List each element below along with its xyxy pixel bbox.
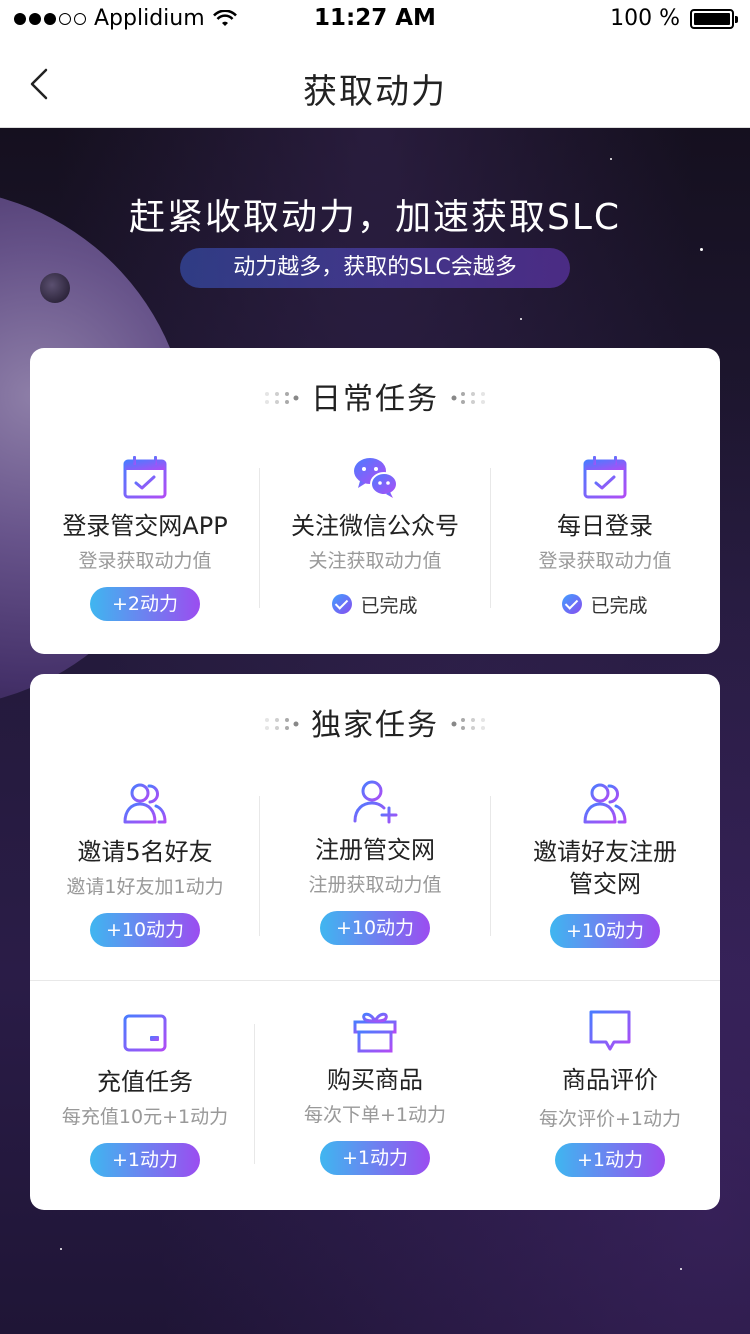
- reward-button[interactable]: +1动力: [555, 1143, 665, 1177]
- star: [680, 1268, 682, 1270]
- calendar-check-icon: [583, 456, 627, 499]
- task-daily-login: 每日登录 登录获取动力值 已完成: [490, 454, 720, 621]
- exclusive-tasks-header: 独家任务: [30, 700, 720, 744]
- battery-status: 100 %: [610, 6, 738, 31]
- star: [610, 158, 612, 160]
- star: [520, 318, 522, 320]
- task-desc: 注册获取动力值: [308, 874, 442, 896]
- battery-icon: [690, 8, 738, 29]
- task-review-goods: 商品评价 每次评价+1动力 +1动力: [495, 1008, 725, 1177]
- moon-image: [40, 273, 70, 303]
- check-circle-icon: [562, 594, 583, 614]
- task-name: 邀请好友注册 管交网: [490, 836, 720, 900]
- completed-label: 已完成: [590, 594, 648, 617]
- dots-decoration-icon: [265, 391, 299, 404]
- reward-button[interactable]: +2动力: [90, 587, 200, 621]
- task-desc: 每充值10元+1动力: [61, 1106, 229, 1128]
- daily-tasks-card: 日常任务 登录管交网APP 登录获取动力值 +2动力 关注微信公众号 关注获取动…: [30, 348, 720, 654]
- comment-icon: [589, 1010, 631, 1051]
- dots-decoration-icon: [265, 717, 299, 730]
- status-bar: Applidium 11:27 AM 100 %: [0, 0, 750, 40]
- completed-status: 已完成: [562, 587, 648, 621]
- nav-bar: 获取动力: [0, 40, 750, 128]
- wechat-icon: [354, 458, 398, 498]
- star: [60, 1248, 62, 1250]
- task-name: 每日登录: [557, 512, 653, 540]
- hero-subtitle: 动力越多，获取的SLC会越多: [180, 248, 570, 288]
- task-name: 登录管交网APP: [62, 512, 228, 540]
- row-divider: [30, 980, 720, 981]
- reward-button[interactable]: +10动力: [90, 913, 200, 947]
- task-desc: 每次下单+1动力: [303, 1104, 446, 1126]
- task-login-app: 登录管交网APP 登录获取动力值 +2动力: [30, 454, 260, 621]
- reward-button[interactable]: +10动力: [550, 914, 660, 948]
- calendar-check-icon: [123, 456, 167, 499]
- task-name: 购买商品: [327, 1066, 423, 1094]
- task-name: 充值任务: [97, 1068, 193, 1096]
- page-title: 获取动力: [303, 72, 447, 112]
- users-icon: [583, 783, 627, 824]
- task-desc: 登录获取动力值: [538, 550, 672, 572]
- task-desc: 每次评价+1动力: [538, 1108, 681, 1130]
- reward-button[interactable]: +10动力: [320, 911, 430, 945]
- task-recharge: 充值任务 每充值10元+1动力 +1动力: [30, 1010, 260, 1177]
- task-desc: 关注获取动力值: [308, 550, 442, 572]
- exclusive-tasks-title: 独家任务: [311, 708, 439, 743]
- task-name: 邀请5名好友: [77, 838, 213, 866]
- completed-status: 已完成: [332, 587, 418, 621]
- task-register: 注册管交网 注册获取动力值 +10动力: [260, 778, 490, 945]
- star: [700, 248, 703, 251]
- task-name: 关注微信公众号: [291, 512, 459, 540]
- reward-button[interactable]: +1动力: [320, 1141, 430, 1175]
- daily-tasks-title: 日常任务: [311, 382, 439, 417]
- task-desc: 邀请1好友加1动力: [66, 876, 224, 898]
- task-buy-goods: 购买商品 每次下单+1动力 +1动力: [260, 1008, 490, 1175]
- gift-icon: [353, 1012, 397, 1053]
- task-name-line: 管交网: [569, 870, 641, 898]
- task-name: 商品评价: [562, 1066, 658, 1094]
- task-follow-wechat: 关注微信公众号 关注获取动力值 已完成: [260, 454, 490, 621]
- task-invite-register: 邀请好友注册 管交网 +10动力: [490, 780, 720, 948]
- battery-percent: 100 %: [610, 6, 680, 31]
- exclusive-tasks-card: 独家任务 邀请5名好友 邀请1好友加1动力 +10动力 注册管交网 注册获取动力…: [30, 674, 720, 1210]
- users-icon: [123, 783, 167, 824]
- completed-label: 已完成: [360, 594, 418, 617]
- reward-button[interactable]: +1动力: [90, 1143, 200, 1177]
- wallet-icon: [123, 1014, 167, 1052]
- task-name: 注册管交网: [315, 836, 435, 864]
- user-add-icon: [353, 780, 398, 824]
- daily-tasks-header: 日常任务: [30, 374, 720, 418]
- task-name-line: 邀请好友注册: [533, 838, 677, 866]
- check-circle-icon: [332, 594, 353, 614]
- task-desc: 登录获取动力值: [78, 550, 212, 572]
- dots-decoration-icon: [451, 391, 485, 404]
- hero-title: 赶紧收取动力，加速获取SLC: [128, 197, 622, 238]
- dots-decoration-icon: [451, 717, 485, 730]
- task-invite-5-friends: 邀请5名好友 邀请1好友加1动力 +10动力: [30, 780, 260, 947]
